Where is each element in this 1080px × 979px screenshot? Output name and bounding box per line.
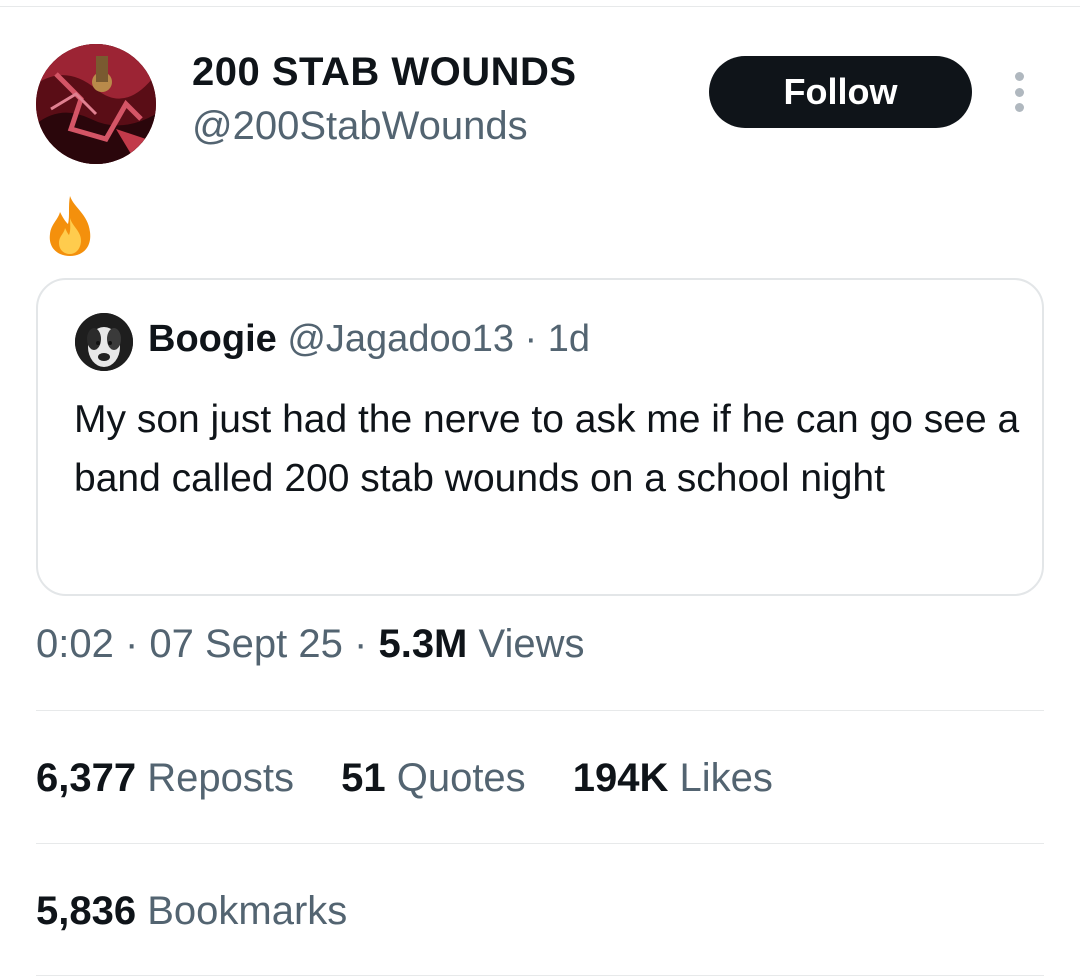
views-count: 5.3M <box>378 622 468 666</box>
divider <box>36 843 1044 844</box>
engagement-stats: 6,377 Reposts 51 Quotes 194K Likes <box>36 756 809 801</box>
bookmarks-count: 5,836 <box>36 889 137 933</box>
top-divider <box>0 6 1080 7</box>
time-date[interactable]: 0:02 · 07 Sept 25 · <box>36 622 378 666</box>
quoted-meta: @Jagadoo13 · 1d <box>287 318 591 360</box>
quoted-text: My son just had the nerve to ask me if h… <box>74 398 1020 500</box>
fire-emoji-icon <box>44 194 96 258</box>
author-avatar[interactable] <box>36 44 156 164</box>
bookmarks-label: Bookmarks <box>136 889 348 933</box>
more-dot <box>1014 72 1024 81</box>
author-avatar-art <box>36 44 156 164</box>
bookmarks-stat[interactable]: 5,836 Bookmarks <box>36 889 347 934</box>
quotes-label: Quotes <box>385 756 526 800</box>
likes-count: 194K <box>572 756 669 800</box>
quoted-author-name[interactable]: Boogie <box>148 318 277 360</box>
quoted-header: Boogie @Jagadoo13 · 1d <box>148 318 590 361</box>
reposts-stat[interactable]: 6,377 Reposts <box>36 756 294 800</box>
more-dot <box>1014 103 1024 112</box>
more-options-icon[interactable] <box>1004 68 1034 116</box>
follow-button[interactable]: Follow <box>709 56 972 128</box>
quoted-author-avatar[interactable] <box>75 313 133 371</box>
author-display-name[interactable]: 200 STAB WOUNDS <box>192 50 577 95</box>
likes-label: Likes <box>668 756 773 800</box>
divider <box>36 975 1044 976</box>
reposts-count: 6,377 <box>36 756 137 800</box>
divider <box>36 710 1044 711</box>
likes-stat[interactable]: 194K Likes <box>573 756 773 800</box>
views-label: Views <box>467 622 585 666</box>
author-handle[interactable]: @200StabWounds <box>192 104 528 149</box>
tweet-timestamp: 0:02 · 07 Sept 25 · 5.3M Views <box>36 622 584 667</box>
more-dot <box>1014 87 1024 97</box>
quotes-count: 51 <box>341 756 386 800</box>
reposts-label: Reposts <box>136 756 294 800</box>
quotes-stat[interactable]: 51 Quotes <box>341 756 526 800</box>
quoted-tweet-card[interactable]: Boogie @Jagadoo13 · 1d My son just had t… <box>36 278 1044 596</box>
